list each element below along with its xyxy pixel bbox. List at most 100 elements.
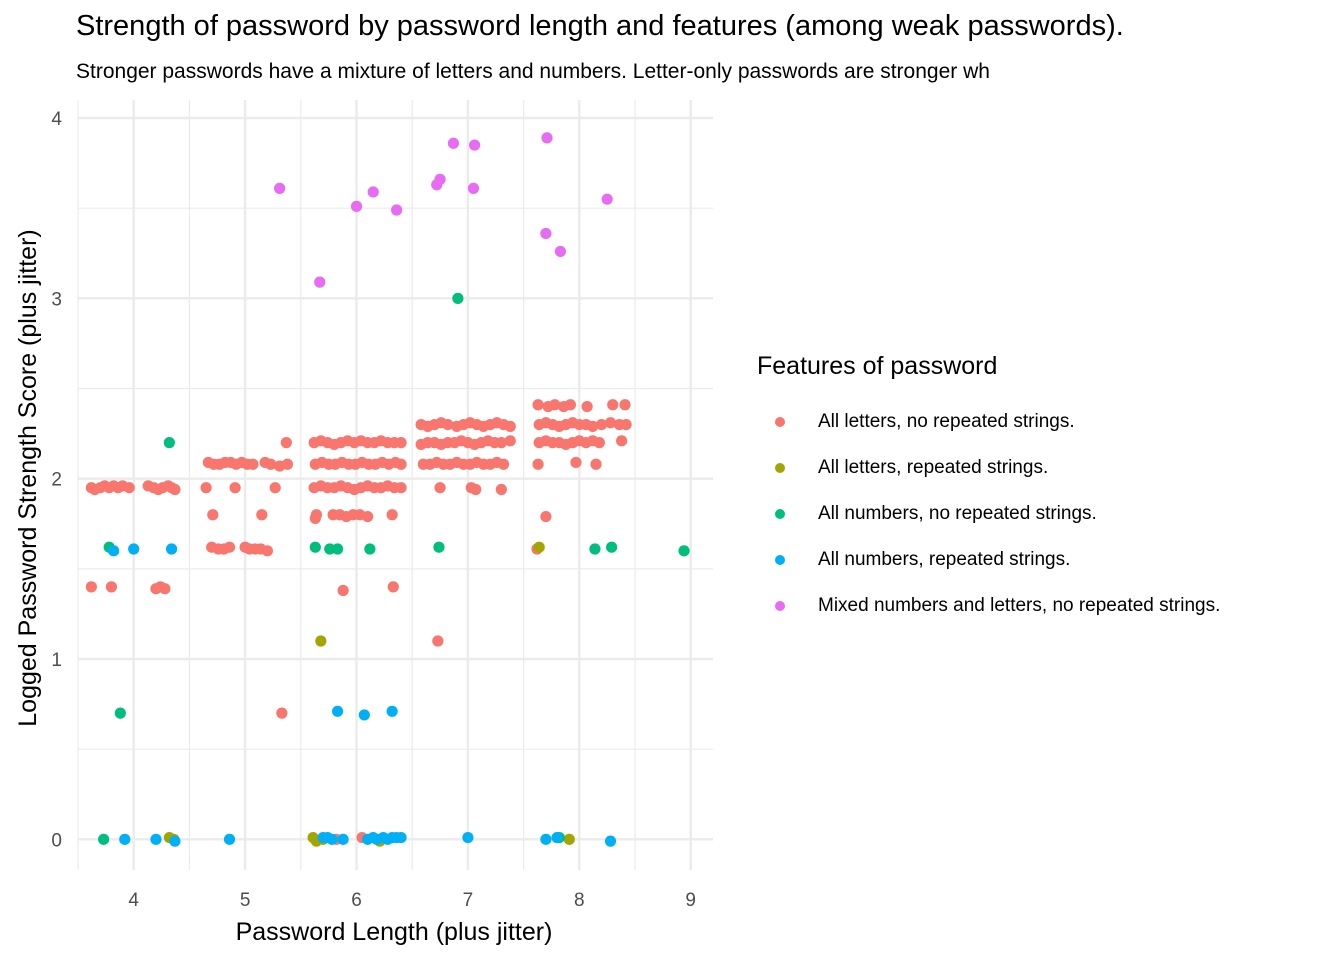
legend: Features of password All letters, no rep… — [757, 352, 1220, 629]
data-point — [229, 482, 241, 494]
data-point — [395, 458, 407, 470]
data-point — [223, 541, 236, 553]
y-tick-label: 1 — [51, 650, 62, 671]
y-tick-label: 0 — [51, 830, 62, 851]
data-point — [350, 200, 363, 212]
data-point — [281, 458, 294, 470]
data-point — [200, 482, 212, 494]
legend-item: All letters, no repeated strings. — [757, 399, 1220, 445]
y-axis-label: Logged Password Strength Score (plus jit… — [14, 229, 42, 726]
legend-swatch — [775, 463, 785, 473]
data-point — [495, 483, 507, 496]
data-point — [554, 245, 566, 258]
data-point — [85, 581, 97, 593]
data-point — [114, 707, 126, 719]
data-point — [470, 483, 482, 496]
legend-items: All letters, no repeated strings. All let… — [757, 399, 1220, 629]
data-point — [432, 635, 444, 647]
data-point — [387, 581, 399, 593]
legend-label: All letters, no repeated strings. — [818, 411, 1075, 432]
data-point — [169, 483, 181, 496]
data-point — [256, 509, 268, 521]
data-point — [541, 132, 553, 144]
legend-item: All numbers, no repeated strings. — [757, 491, 1220, 537]
legend-label: All numbers, repeated strings. — [818, 549, 1071, 570]
data-point — [504, 420, 516, 432]
data-point — [315, 635, 327, 647]
data-point — [434, 173, 446, 185]
data-point — [452, 292, 464, 304]
data-point — [604, 835, 617, 847]
data-point — [364, 543, 376, 555]
data-point — [533, 541, 545, 553]
data-point — [606, 541, 618, 553]
y-tick-label: 4 — [51, 109, 62, 130]
data-point — [619, 399, 631, 411]
data-point — [128, 543, 140, 555]
data-point — [326, 833, 338, 845]
data-point — [314, 276, 326, 288]
x-axis-ticks: 4 5 6 7 8 9 — [128, 890, 696, 911]
y-axis-ticks: 0 1 2 3 4 — [51, 109, 62, 851]
data-point — [223, 833, 236, 845]
data-point — [564, 399, 577, 411]
data-point — [551, 831, 563, 844]
data-point — [563, 833, 575, 845]
data-point — [108, 545, 120, 557]
data-point — [169, 835, 181, 847]
x-tick-label: 5 — [240, 890, 251, 911]
legend-label: All numbers, no repeated strings. — [818, 503, 1097, 524]
data-point — [395, 482, 407, 494]
x-axis-label: Password Length (plus jitter) — [236, 918, 553, 946]
data-point — [467, 182, 480, 194]
data-point — [163, 437, 175, 449]
legend-label: Mixed numbers and letters, no repeated s… — [818, 595, 1221, 616]
data-point — [620, 418, 632, 431]
data-point — [280, 437, 292, 449]
legend-title: Features of password — [757, 352, 998, 380]
data-point — [309, 512, 321, 524]
data-point — [391, 204, 403, 216]
x-tick-label: 9 — [685, 890, 696, 911]
data-point — [159, 583, 171, 595]
y-tick-label: 2 — [51, 470, 62, 491]
data-point — [462, 831, 474, 844]
x-tick-label: 8 — [574, 890, 585, 911]
legend-swatch — [775, 555, 785, 565]
legend-swatch — [775, 417, 785, 427]
data-point — [590, 458, 602, 470]
legend-item: All numbers, repeated strings. — [757, 537, 1220, 583]
data-point — [395, 831, 407, 844]
data-point — [309, 541, 321, 553]
legend-item: Mixed numbers and letters, no repeated s… — [757, 583, 1220, 629]
data-point — [123, 482, 135, 494]
data-point — [540, 833, 552, 845]
data-point — [98, 833, 110, 845]
data-point — [247, 458, 259, 470]
data-point — [165, 543, 178, 555]
data-point — [581, 400, 593, 413]
legend-swatch — [775, 509, 785, 519]
data-point — [607, 399, 619, 411]
data-points — [85, 132, 690, 847]
data-point — [447, 137, 460, 149]
x-tick-label: 7 — [463, 890, 474, 911]
data-point — [261, 545, 273, 557]
data-point — [367, 186, 379, 198]
data-point — [274, 182, 286, 194]
data-point — [540, 510, 552, 523]
data-point — [207, 509, 219, 521]
x-tick-label: 6 — [351, 890, 362, 911]
data-point — [386, 509, 398, 521]
data-point — [337, 584, 349, 597]
data-point — [358, 709, 370, 721]
data-point — [468, 139, 481, 151]
legend-item: All letters, repeated strings. — [757, 445, 1220, 491]
data-point — [331, 705, 344, 717]
legend-label: All letters, repeated strings. — [818, 457, 1049, 478]
data-point — [395, 437, 407, 449]
data-point — [362, 510, 374, 523]
y-tick-label: 3 — [51, 289, 62, 310]
legend-swatch — [775, 601, 785, 611]
data-point — [540, 227, 552, 240]
